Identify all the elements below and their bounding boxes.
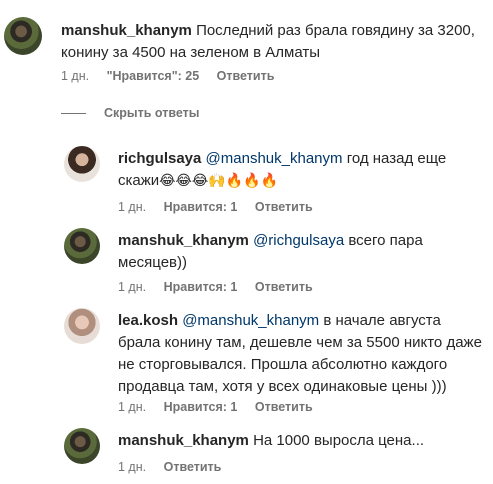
comment-likes[interactable]: Нравится: 1 [164, 280, 238, 294]
comment-meta: 1 дн. Нравится: 1 Ответить [118, 200, 327, 214]
reply-button[interactable]: Ответить [255, 280, 313, 294]
avatar[interactable] [4, 17, 42, 55]
comment-time: 1 дн. [118, 280, 147, 294]
comment-meta: 1 дн. Нравится: 1 Ответить [118, 400, 327, 414]
comment-meta: 1 дн. Нравится: 1 Ответить [118, 280, 327, 294]
comment-mention[interactable]: @richgulsaya [253, 232, 344, 249]
reply-button[interactable]: Ответить [255, 400, 313, 414]
comment-body: manshuk_khanym На 1000 выросла цена... [118, 430, 478, 452]
comment-username[interactable]: manshuk_khanym [61, 22, 192, 39]
comment-text: На 1000 выросла цена... [253, 432, 425, 449]
comment-username[interactable]: manshuk_khanym [118, 232, 249, 249]
comment-time: 1 дн. [61, 69, 90, 83]
avatar[interactable] [64, 228, 100, 264]
comment-likes[interactable]: Нравится: 1 [164, 400, 238, 414]
comment-emoji: 😂😂😂🙌🔥🔥🔥 [159, 173, 278, 189]
avatar[interactable] [64, 428, 100, 464]
reply-button[interactable]: Ответить [255, 200, 313, 214]
hide-replies-divider [61, 112, 86, 114]
avatar[interactable] [64, 308, 100, 344]
comment-username[interactable]: lea.kosh [118, 312, 178, 329]
comment-body: manshuk_khanym Последний раз брала говяд… [61, 20, 481, 64]
comment-likes[interactable]: "Нравится": 25 [107, 69, 200, 83]
comment-time: 1 дн. [118, 400, 147, 414]
reply-button[interactable]: Ответить [217, 69, 275, 83]
comment-body: lea.kosh @manshuk_khanym в начале август… [118, 310, 483, 398]
hide-replies-label: Скрыть ответы [104, 106, 200, 120]
comment-time: 1 дн. [118, 200, 147, 214]
comment-meta: 1 дн. "Нравится": 25 Ответить [61, 69, 288, 83]
comment-username[interactable]: manshuk_khanym [118, 432, 249, 449]
reply-button[interactable]: Ответить [164, 460, 222, 474]
comment-mention[interactable]: @manshuk_khanym [182, 312, 319, 329]
comment-body: manshuk_khanym @richgulsaya всего пара м… [118, 230, 438, 274]
avatar[interactable] [64, 146, 100, 182]
comment-username[interactable]: richgulsaya [118, 150, 201, 167]
comment-mention[interactable]: @manshuk_khanym [206, 150, 343, 167]
comment-meta: 1 дн. Ответить [118, 460, 235, 474]
comment-body: richgulsaya @manshuk_khanym год назад ещ… [118, 148, 478, 192]
comment-time: 1 дн. [118, 460, 147, 474]
comment-likes[interactable]: Нравится: 1 [164, 200, 238, 214]
hide-replies-button[interactable]: Скрыть ответы [61, 106, 199, 120]
